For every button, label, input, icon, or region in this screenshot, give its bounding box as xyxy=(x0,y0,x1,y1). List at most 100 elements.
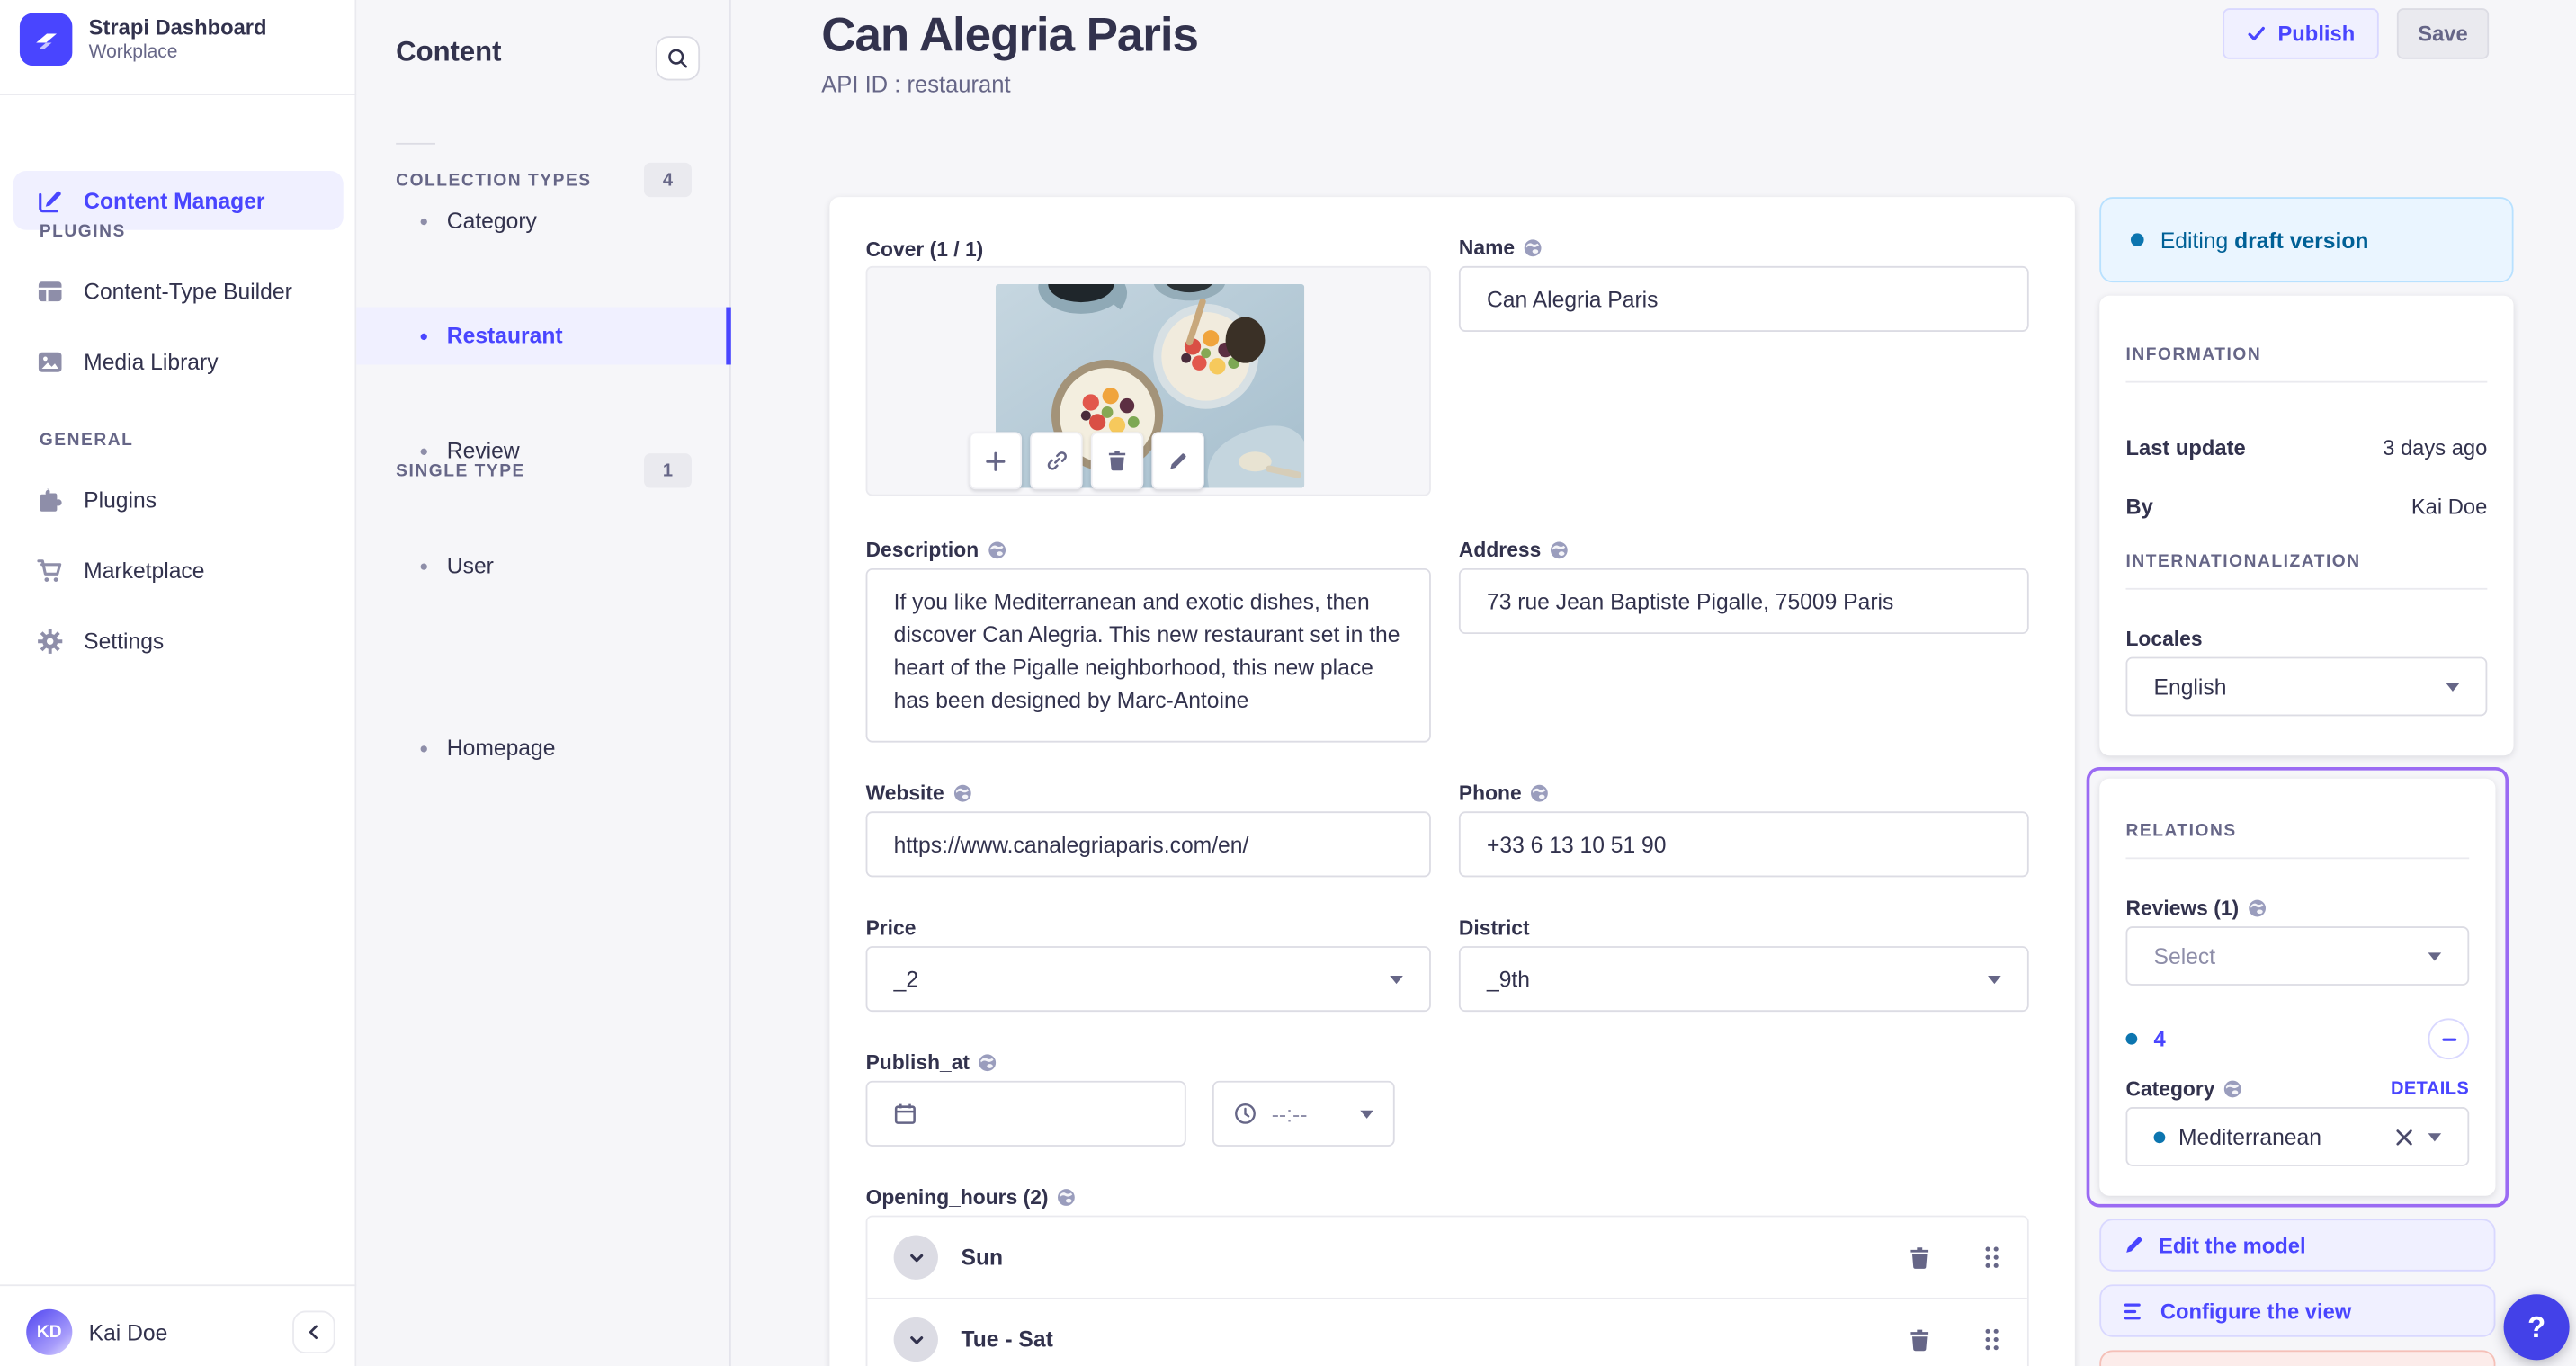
category-select[interactable]: Mediterranean xyxy=(2125,1107,2470,1166)
chevron-down-icon xyxy=(2428,1132,2442,1141)
phone-field-label: Phone xyxy=(1459,781,1550,805)
phone-input[interactable]: +33 6 13 10 51 90 xyxy=(1458,811,2029,878)
website-value: https://www.canalegriaparis.com/en/ xyxy=(893,832,1249,857)
divider xyxy=(2125,857,2470,860)
brand[interactable]: Strapi Dashboard Workplace xyxy=(19,13,267,67)
details-link[interactable]: DETAILS xyxy=(2391,1079,2469,1099)
cover-field[interactable] xyxy=(865,265,1431,496)
gear-icon xyxy=(36,627,64,655)
avatar: KD xyxy=(26,1308,73,1355)
sidebar-item-plugins[interactable]: Plugins xyxy=(13,469,344,529)
cover-toolbar xyxy=(969,432,1204,490)
chevron-down-icon xyxy=(1390,975,1403,984)
expand-row-button[interactable] xyxy=(893,1235,938,1280)
help-button[interactable]: ? xyxy=(2503,1294,2570,1361)
subnav-item-category[interactable]: Category xyxy=(356,192,730,250)
publish-at-date-input[interactable] xyxy=(865,1080,1186,1147)
price-select[interactable]: _2 xyxy=(865,946,1431,1013)
subnav-item-homepage[interactable]: Homepage xyxy=(356,719,730,777)
collapse-sidebar-button[interactable] xyxy=(292,1310,335,1354)
user-name: Kai Doe xyxy=(88,1319,168,1344)
layout-icon xyxy=(36,277,64,305)
reviews-select[interactable]: Select xyxy=(2125,926,2470,986)
draft-version-banner: Editing draft version xyxy=(2099,197,2514,283)
subnav-item-restaurant[interactable]: Restaurant xyxy=(356,307,731,365)
image-icon xyxy=(36,347,64,375)
edit-model-button[interactable]: Edit the model xyxy=(2099,1219,2496,1272)
strapi-dashboard: Strapi Dashboard Workplace Content Manag… xyxy=(0,0,2576,1366)
subnav-title: Content xyxy=(396,36,502,67)
sidebar-item-marketplace[interactable]: Marketplace xyxy=(13,540,344,600)
publish-at-time-input[interactable]: --:-- xyxy=(1212,1080,1395,1147)
save-button[interactable]: Save xyxy=(2396,8,2490,59)
nav-divider xyxy=(0,94,357,95)
locales-label: Locales xyxy=(2125,627,2203,651)
puzzle-icon xyxy=(36,486,64,513)
sidebar-item-label: Content-Type Builder xyxy=(84,278,292,303)
plus-icon xyxy=(986,451,1006,470)
sidebar-item-content-type-builder[interactable]: Content-Type Builder xyxy=(13,261,344,320)
page-title: Can Alegria Paris xyxy=(821,9,1199,63)
relation-item-label[interactable]: 4 xyxy=(2154,1027,2166,1051)
opening-hours-row-sun[interactable]: Sun xyxy=(867,1217,2027,1298)
configure-view-button[interactable]: Configure the view xyxy=(2099,1284,2496,1337)
search-button[interactable] xyxy=(655,36,701,81)
sidebar-item-label: Content Manager xyxy=(84,188,265,213)
sidebar-item-settings[interactable]: Settings xyxy=(13,611,344,670)
trash-icon[interactable] xyxy=(1909,1245,1930,1269)
name-input[interactable]: Can Alegria Paris xyxy=(1458,265,2029,332)
locale-select[interactable]: English xyxy=(2125,656,2488,717)
edit-model-label: Edit the model xyxy=(2159,1232,2306,1258)
publish-button[interactable]: Publish xyxy=(2223,8,2379,59)
trash-icon xyxy=(1107,450,1127,471)
drag-handle-icon[interactable] xyxy=(1983,1327,2001,1352)
chevron-down-icon xyxy=(2446,682,2460,692)
globe-icon xyxy=(1523,238,1543,258)
district-field-label: District xyxy=(1458,916,1530,940)
last-update-row: Last update 3 days ago xyxy=(2125,435,2488,460)
list-icon xyxy=(2124,1302,2146,1320)
address-value: 73 rue Jean Baptiste Pigalle, 75009 Pari… xyxy=(1486,588,1894,614)
copy-link-button[interactable] xyxy=(1030,432,1083,490)
review-relation-item[interactable]: 4 xyxy=(2125,1018,2470,1060)
globe-icon xyxy=(1549,540,1569,560)
user-menu[interactable]: KD Kai Doe xyxy=(26,1308,168,1355)
strapi-logo-icon xyxy=(19,13,73,67)
check-icon xyxy=(2247,24,2265,42)
pencil-icon xyxy=(1168,451,1188,470)
website-field-label: Website xyxy=(866,781,972,805)
configure-view-label: Configure the view xyxy=(2160,1298,2352,1324)
bullet-icon xyxy=(420,562,427,569)
nav-footer-divider xyxy=(0,1284,357,1287)
description-textarea[interactable]: If you like Mediterranean and exotic dis… xyxy=(865,567,1431,743)
address-input[interactable]: 73 rue Jean Baptiste Pigalle, 75009 Pari… xyxy=(1458,567,2029,635)
save-label: Save xyxy=(2418,21,2468,47)
delete-asset-button[interactable] xyxy=(1090,432,1144,490)
sidebar-item-media-library[interactable]: Media Library xyxy=(13,332,344,391)
trash-icon[interactable] xyxy=(1909,1328,1930,1352)
edit-asset-button[interactable] xyxy=(1151,432,1204,490)
opening-hours-row-tue-sat[interactable]: Tue - Sat xyxy=(867,1299,2027,1366)
brand-title: Strapi Dashboard xyxy=(88,14,267,40)
relations-heading: RELATIONS xyxy=(2125,821,2237,842)
publish-at-field-label: Publish_at xyxy=(866,1051,998,1075)
globe-icon xyxy=(1057,1188,1077,1208)
globe-icon xyxy=(2247,898,2267,918)
content-manager-icon xyxy=(36,186,64,214)
website-input[interactable]: https://www.canalegriaparis.com/en/ xyxy=(865,811,1431,878)
category-field-label: Category xyxy=(2125,1077,2242,1101)
district-select[interactable]: _9th xyxy=(1458,946,2029,1013)
locale-value: English xyxy=(2153,674,2227,700)
draft-banner-text: Editing draft version xyxy=(2160,227,2369,253)
app-viewport: Strapi Dashboard Workplace Content Manag… xyxy=(0,0,2576,1366)
add-asset-button[interactable] xyxy=(969,432,1023,490)
subnav-item-user[interactable]: User xyxy=(356,537,730,594)
subnav-item-label: Category xyxy=(446,208,537,234)
remove-relation-button[interactable] xyxy=(2428,1018,2470,1060)
clear-icon[interactable] xyxy=(2395,1128,2413,1146)
drag-handle-icon[interactable] xyxy=(1983,1245,2001,1269)
delete-entry-button-partial[interactable] xyxy=(2099,1350,2496,1366)
expand-row-button[interactable] xyxy=(893,1317,938,1362)
bullet-icon xyxy=(420,332,427,340)
cart-icon xyxy=(36,556,64,584)
